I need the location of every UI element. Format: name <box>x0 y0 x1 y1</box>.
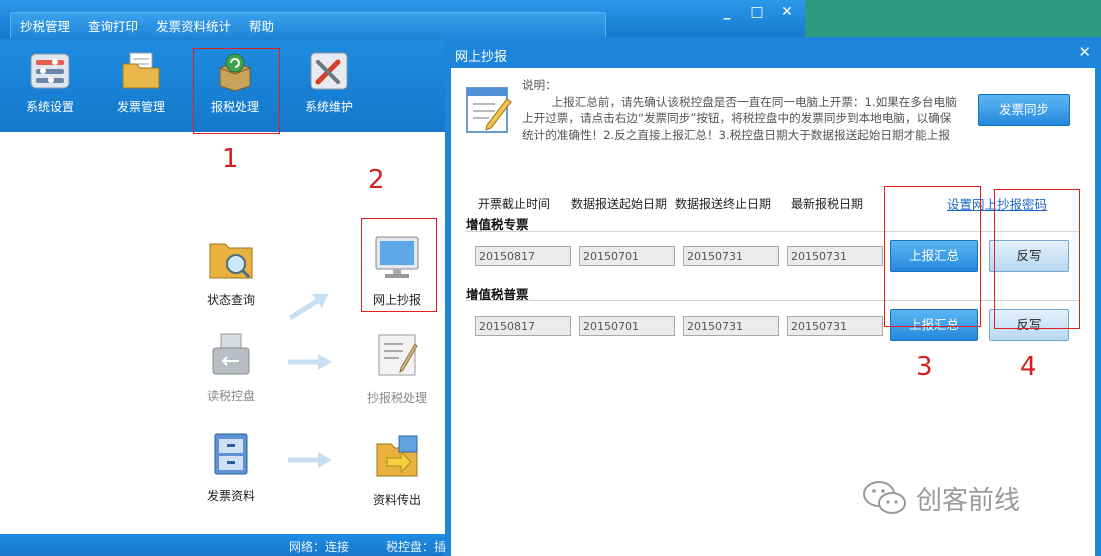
report-end-date-field: 20150731 <box>683 246 779 266</box>
desktop-background <box>805 0 1101 40</box>
latest-tax-date-field: 20150731 <box>787 316 883 336</box>
column-header: 最新报税日期 <box>791 197 864 211</box>
node-label: 抄报税处理 <box>366 391 427 405</box>
annotation-box <box>193 48 280 134</box>
watermark-text: 创客前线 <box>916 485 1021 516</box>
latest-tax-date-field: 20150731 <box>787 246 883 266</box>
folder-export-icon <box>342 434 452 483</box>
toolbar-label: 系统设置 <box>25 100 74 114</box>
dialog-title: 网上抄报 <box>455 50 508 65</box>
invoice-deadline-field: 20150817 <box>475 316 571 336</box>
tax-disk-status: 税控盘：插 <box>386 540 447 554</box>
report-start-date-field: 20150701 <box>579 316 675 336</box>
close-button[interactable]: ✕ <box>777 4 797 20</box>
arrow-right-icon <box>288 452 332 468</box>
maximize-button[interactable]: □ <box>747 4 767 20</box>
invoice-folder-icon <box>120 50 162 92</box>
usb-disk-icon <box>176 332 286 379</box>
read-tax-disk-item[interactable]: 读税控盘 <box>176 332 286 404</box>
annotation-number: 2 <box>368 165 385 195</box>
network-status: 网络：连接 <box>289 540 350 554</box>
notepad-pen-icon <box>465 86 515 134</box>
column-header: 数据报送起始日期 <box>571 197 668 211</box>
toolbar-label: 系统维护 <box>304 100 353 114</box>
arrow-up-right-icon <box>288 294 328 321</box>
file-cabinet-icon <box>176 432 286 479</box>
description-line: 统计的准确性！2.反之直接上报汇总！3.税控盘日期大于数据报送起始日期才能上报 <box>522 127 950 142</box>
toolbar-label: 发票管理 <box>116 100 165 114</box>
minimize-button[interactable]: _ <box>717 4 737 20</box>
data-export-item[interactable]: 资料传出 <box>342 434 452 508</box>
section-divider <box>465 231 1080 232</box>
wechat-icon <box>863 481 906 514</box>
annotation-number: 1 <box>222 144 239 174</box>
description-text: 说明： 上报汇总前，请先确认该税控盘是否一直在同一电脑上开票：1.如果在多台电脑… <box>522 77 972 143</box>
invoice-sync-button[interactable]: 发票同步 <box>978 94 1070 126</box>
annotation-box <box>361 218 437 312</box>
maintenance-tools-icon <box>308 50 350 92</box>
node-label: 读税控盘 <box>206 389 255 403</box>
annotation-number: 4 <box>1020 352 1037 382</box>
document-edit-icon <box>342 332 452 381</box>
copy-tax-process-item[interactable]: 抄报税处理 <box>342 332 452 406</box>
watermark: 创客前线 <box>862 478 1020 518</box>
menu-tax-management[interactable]: 抄税管理 <box>11 16 79 35</box>
description-line: 上开过票，请点击右边“发票同步”按钮，将税控盘中的发票同步到本地电脑，以确保 <box>522 111 952 126</box>
annotation-box <box>994 189 1080 329</box>
folder-search-icon <box>176 236 286 283</box>
description-line: 上报汇总前，请先确认该税控盘是否一直在同一电脑上开票：1.如果在多台电脑 <box>522 94 957 109</box>
description-line: 说明： <box>522 78 557 92</box>
annotation-number: 3 <box>916 352 933 382</box>
dialog-close-button[interactable]: ✕ <box>1078 43 1091 61</box>
node-label: 状态查询 <box>206 293 255 307</box>
arrow-right-icon <box>288 354 332 370</box>
toolbar-invoice-management[interactable]: 发票管理 <box>101 50 181 115</box>
toolbar-system-maintenance[interactable]: 系统维护 <box>289 50 369 115</box>
menu-query-print[interactable]: 查询打印 <box>79 16 147 35</box>
invoice-deadline-field: 20150817 <box>475 246 571 266</box>
section-divider <box>465 300 1080 301</box>
menu-bar: 抄税管理 查询打印 发票资料统计 帮助 <box>10 12 606 38</box>
report-end-date-field: 20150731 <box>683 316 779 336</box>
annotation-box <box>884 186 981 327</box>
menu-help[interactable]: 帮助 <box>240 16 283 35</box>
invoice-data-item[interactable]: 发票资料 <box>176 432 286 504</box>
toolbar-system-settings[interactable]: 系统设置 <box>10 50 90 115</box>
settings-panel-icon <box>29 50 71 92</box>
node-label: 发票资料 <box>206 489 255 503</box>
column-header: 数据报送终止日期 <box>675 197 772 211</box>
node-label: 资料传出 <box>372 493 421 507</box>
column-header: 开票截止时间 <box>478 197 551 211</box>
report-start-date-field: 20150701 <box>579 246 675 266</box>
menu-invoice-statistics[interactable]: 发票资料统计 <box>147 16 240 35</box>
status-query-item[interactable]: 状态查询 <box>176 236 286 308</box>
window-controls: _ □ ✕ <box>717 4 797 20</box>
